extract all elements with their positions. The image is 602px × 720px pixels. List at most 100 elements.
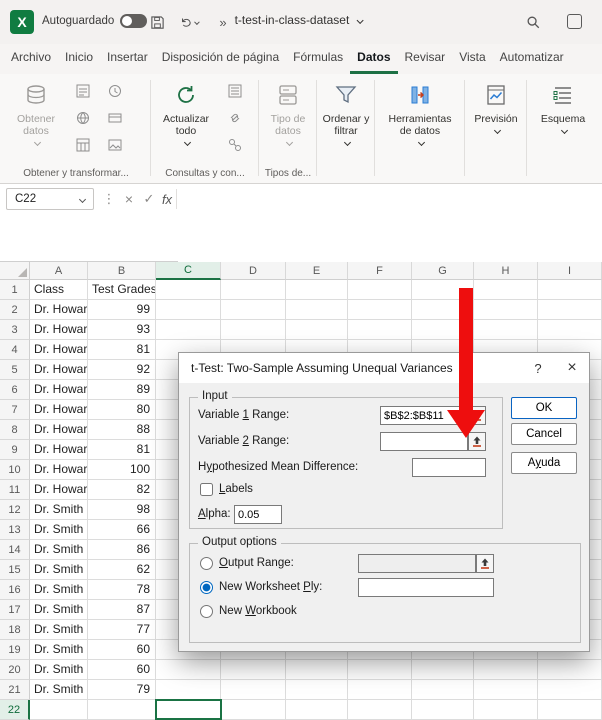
connections-icon[interactable] xyxy=(226,136,244,154)
column-header-C[interactable]: C xyxy=(156,262,221,280)
properties-icon[interactable] xyxy=(226,82,244,100)
cell-H22[interactable] xyxy=(474,700,538,720)
cell-A18[interactable]: Dr. Smith xyxy=(30,620,88,640)
cell-D3[interactable] xyxy=(221,320,286,340)
cell-E21[interactable] xyxy=(286,680,348,700)
new-worksheet-radio[interactable] xyxy=(200,581,213,594)
cell-D20[interactable] xyxy=(221,660,286,680)
row-header-1[interactable]: 1 xyxy=(0,280,30,300)
cell-B12[interactable]: 98 xyxy=(88,500,156,520)
tab-formulas[interactable]: Fórmulas xyxy=(286,44,350,74)
new-workbook-radio[interactable] xyxy=(200,605,213,618)
column-header-G[interactable]: G xyxy=(412,262,474,280)
cell-A20[interactable]: Dr. Smith xyxy=(30,660,88,680)
from-web-icon[interactable] xyxy=(74,109,92,127)
cell-A16[interactable]: Dr. Smith xyxy=(30,580,88,600)
cell-E1[interactable] xyxy=(286,280,348,300)
select-all-corner[interactable] xyxy=(0,262,30,280)
tab-revisar[interactable]: Revisar xyxy=(398,44,453,74)
help-button[interactable]: Ayuda xyxy=(511,452,577,474)
tab-datos[interactable]: Datos xyxy=(350,44,397,74)
tab-inicio[interactable]: Inicio xyxy=(58,44,100,74)
cell-C3[interactable] xyxy=(156,320,221,340)
row-header-13[interactable]: 13 xyxy=(0,520,30,540)
cell-B4[interactable]: 81 xyxy=(88,340,156,360)
cell-B2[interactable]: 99 xyxy=(88,300,156,320)
cell-B20[interactable]: 60 xyxy=(88,660,156,680)
cell-B6[interactable]: 89 xyxy=(88,380,156,400)
row-header-11[interactable]: 11 xyxy=(0,480,30,500)
cell-A7[interactable]: Dr. Howar xyxy=(30,400,88,420)
cell-F22[interactable] xyxy=(348,700,412,720)
column-header-B[interactable]: B xyxy=(88,262,156,280)
row-header-6[interactable]: 6 xyxy=(0,380,30,400)
cell-H3[interactable] xyxy=(474,320,538,340)
cell-B21[interactable]: 79 xyxy=(88,680,156,700)
cell-G21[interactable] xyxy=(412,680,474,700)
cell-I20[interactable] xyxy=(538,660,602,680)
outline-button[interactable]: Esquema xyxy=(532,79,594,175)
cell-C2[interactable] xyxy=(156,300,221,320)
from-picture-icon[interactable] xyxy=(106,136,124,154)
cell-A13[interactable]: Dr. Smith xyxy=(30,520,88,540)
variable2-range-picker-icon[interactable] xyxy=(468,432,486,451)
column-header-F[interactable]: F xyxy=(348,262,412,280)
variable2-range-input[interactable] xyxy=(380,432,468,451)
cell-H1[interactable] xyxy=(474,280,538,300)
cell-G20[interactable] xyxy=(412,660,474,680)
from-table-icon[interactable] xyxy=(74,136,92,154)
cell-B10[interactable]: 100 xyxy=(88,460,156,480)
cell-H21[interactable] xyxy=(474,680,538,700)
dialog-title-bar[interactable]: t-Test: Two-Sample Assuming Unequal Vari… xyxy=(179,353,589,383)
column-header-H[interactable]: H xyxy=(474,262,538,280)
cell-A22[interactable] xyxy=(30,700,88,720)
more-commands-icon[interactable]: » xyxy=(214,13,232,31)
column-header-E[interactable]: E xyxy=(286,262,348,280)
cell-F3[interactable] xyxy=(348,320,412,340)
group-caption-get-transform[interactable]: Obtener y transformar... xyxy=(4,168,148,179)
dialog-close-icon[interactable]: × xyxy=(555,353,589,383)
cell-B22[interactable] xyxy=(88,700,156,720)
cell-A6[interactable]: Dr. Howar xyxy=(30,380,88,400)
data-types-button[interactable]: Tipo de datos xyxy=(262,79,314,145)
cell-E3[interactable] xyxy=(286,320,348,340)
tab-disposicion[interactable]: Disposición de página xyxy=(155,44,286,74)
cancel-button[interactable]: Cancel xyxy=(511,423,577,445)
ok-button[interactable]: OK xyxy=(511,397,577,419)
cell-D1[interactable] xyxy=(221,280,286,300)
cell-B17[interactable]: 87 xyxy=(88,600,156,620)
window-options-icon[interactable] xyxy=(567,14,582,29)
cell-B5[interactable]: 92 xyxy=(88,360,156,380)
data-tools-button[interactable]: Herramientas de datos xyxy=(378,79,462,175)
row-header-3[interactable]: 3 xyxy=(0,320,30,340)
document-title[interactable]: t-test-in-class-dataset xyxy=(235,13,363,27)
cell-B11[interactable]: 82 xyxy=(88,480,156,500)
labels-checkbox[interactable] xyxy=(200,483,213,496)
cell-A17[interactable]: Dr. Smith xyxy=(30,600,88,620)
cell-A11[interactable]: Dr. Howar xyxy=(30,480,88,500)
cell-B18[interactable]: 77 xyxy=(88,620,156,640)
cell-E22[interactable] xyxy=(286,700,348,720)
cell-A19[interactable]: Dr. Smith xyxy=(30,640,88,660)
row-header-20[interactable]: 20 xyxy=(0,660,30,680)
tab-insertar[interactable]: Insertar xyxy=(100,44,155,74)
row-header-17[interactable]: 17 xyxy=(0,600,30,620)
cell-I1[interactable] xyxy=(538,280,602,300)
refresh-all-button[interactable]: Actualizar todo xyxy=(154,79,218,145)
column-header-A[interactable]: A xyxy=(30,262,88,280)
output-range-picker-icon[interactable] xyxy=(476,554,494,573)
cell-A8[interactable]: Dr. Howar xyxy=(30,420,88,440)
insert-function-icon[interactable]: fx xyxy=(158,188,176,210)
row-header-12[interactable]: 12 xyxy=(0,500,30,520)
row-header-2[interactable]: 2 xyxy=(0,300,30,320)
formula-input[interactable] xyxy=(178,184,602,262)
search-icon[interactable] xyxy=(524,13,542,31)
recent-sources-icon[interactable] xyxy=(106,82,124,100)
cell-F1[interactable] xyxy=(348,280,412,300)
row-header-16[interactable]: 16 xyxy=(0,580,30,600)
tab-automatizar[interactable]: Automatizar xyxy=(493,44,571,74)
forecast-button[interactable]: Previsión xyxy=(468,79,524,175)
cell-B15[interactable]: 62 xyxy=(88,560,156,580)
cell-A15[interactable]: Dr. Smith xyxy=(30,560,88,580)
new-worksheet-input[interactable] xyxy=(358,578,494,597)
